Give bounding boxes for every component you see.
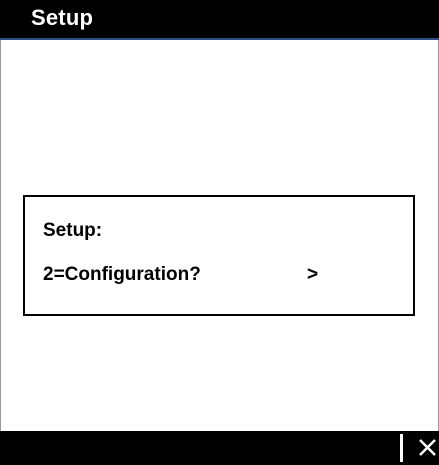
configuration-option[interactable]: 2=Configuration? (43, 264, 201, 286)
left-border (0, 40, 1, 431)
bottom-bar (0, 431, 439, 465)
screen-title: Setup (31, 5, 94, 30)
next-arrow[interactable]: > (307, 264, 318, 286)
setup-dialog: Setup: 2=Configuration? > (23, 195, 415, 316)
close-icon[interactable] (415, 433, 439, 463)
bottom-divider (400, 434, 403, 462)
dialog-title: Setup: (43, 220, 103, 241)
title-bar: Setup (0, 0, 439, 40)
device-screen: Setup Setup: 2=Configuration? > (0, 0, 439, 465)
